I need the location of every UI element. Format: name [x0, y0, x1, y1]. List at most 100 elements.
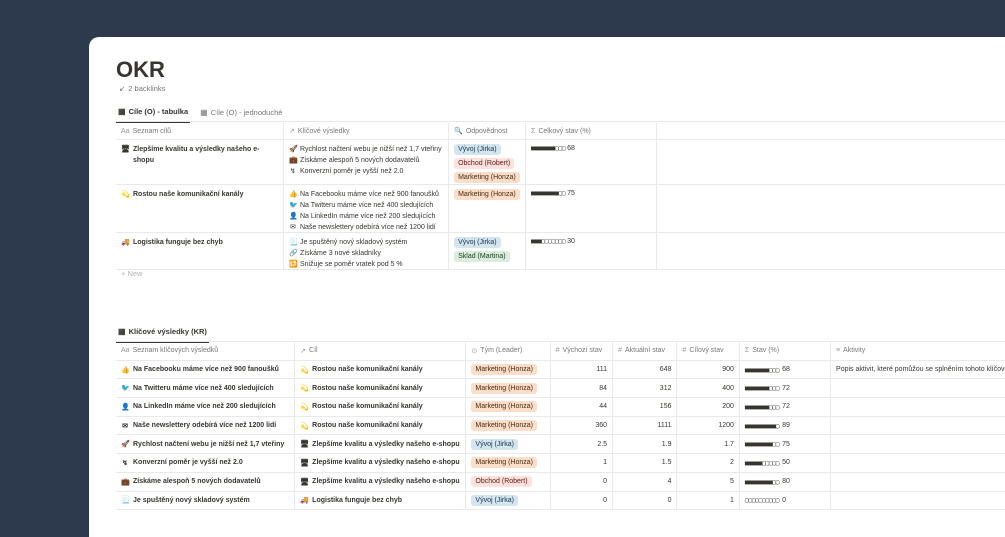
- target-value-cell[interactable]: 200: [677, 398, 740, 416]
- key-result-link[interactable]: ↯ Konverzní poměr je vyšší než 2.0: [289, 166, 443, 177]
- team-cell[interactable]: Marketing (Honza): [466, 398, 551, 416]
- column-header[interactable]: ≡ Aktivity: [831, 342, 1005, 360]
- goal-relation-cell[interactable]: 🚚 Logistika funguje bez chyb: [295, 491, 467, 510]
- column-header[interactable]: ↗ Cíl: [295, 342, 467, 360]
- table-row[interactable]: ✉ Naše newslettery odebírá více než 1200 …: [116, 416, 1005, 436]
- team-cell[interactable]: Vývoj (Jirka): [466, 491, 551, 510]
- table-row[interactable]: 🐦 Na Twitteru máme více než 400 sledující…: [116, 379, 1005, 399]
- table-row[interactable]: 📃 Je spuštěný nový skladový systém 🚚 Logist…: [116, 491, 1005, 511]
- target-value-cell[interactable]: 1.7: [677, 435, 740, 454]
- target-value-cell[interactable]: 1: [677, 491, 740, 510]
- current-value-cell[interactable]: 648: [613, 360, 678, 379]
- start-value-cell[interactable]: 1: [551, 454, 614, 472]
- goal-cell[interactable]: 💫 Rostou naše komunikační kanály: [116, 185, 284, 232]
- current-value-cell[interactable]: 1.9: [613, 435, 678, 454]
- key-result-cell[interactable]: 📃 Je spuštěný nový skladový systém: [116, 491, 296, 510]
- key-result-link[interactable]: 🔁 Snižuje se poměr vratek pod 5 %: [289, 259, 443, 270]
- key-result-cell[interactable]: ↯ Konverzní poměr je vyšší než 2.0: [116, 454, 296, 472]
- key-result-cell[interactable]: 👍 Na Facebooku máme více než 900 fanoušků: [116, 360, 296, 379]
- start-value-cell[interactable]: 2.5: [551, 435, 614, 454]
- key-result-cell[interactable]: ✉ Naše newslettery odebírá více než 1200 …: [116, 416, 296, 435]
- team-cell[interactable]: Marketing (Honza): [466, 360, 551, 379]
- column-header[interactable]: # Aktuální stav: [613, 342, 678, 360]
- owner-cell[interactable]: Marketing (Honza): [449, 185, 527, 232]
- column-header[interactable]: # Cílový stav: [677, 342, 740, 360]
- new-row-button[interactable]: + New: [121, 269, 142, 278]
- key-results-cell[interactable]: 👍 Na Facebooku máme více než 900 fanoušků…: [284, 185, 450, 233]
- current-value-cell[interactable]: 0: [613, 491, 678, 510]
- target-value-cell[interactable]: 5: [677, 472, 740, 491]
- column-header[interactable]: 🔍 Odpovědnost: [449, 123, 527, 139]
- key-result-link[interactable]: 👤 Na LinkedIn máme více než 200 sledující…: [289, 211, 443, 222]
- target-value-cell[interactable]: 2: [677, 454, 740, 472]
- key-result-link[interactable]: 📃 Je spuštěný nový skladový systém: [289, 237, 443, 248]
- backlinks-link[interactable]: ↙ 2 backlinks: [119, 84, 165, 93]
- activity-cell[interactable]: [831, 435, 1005, 453]
- current-value-cell[interactable]: 312: [613, 379, 678, 398]
- target-value-cell[interactable]: 1200: [677, 416, 740, 435]
- key-result-link[interactable]: 🔗 Získáme 3 nové skladníky: [289, 248, 443, 259]
- column-header[interactable]: ↗ Klíčové výsledky: [284, 123, 450, 139]
- key-result-link[interactable]: 🚀 Rychlost načtení webu je nižší než 1,7 …: [289, 144, 443, 155]
- current-value-cell[interactable]: 1.5: [613, 454, 678, 472]
- team-cell[interactable]: Vývoj (Jirka): [466, 435, 551, 454]
- activity-cell[interactable]: [831, 473, 1005, 491]
- key-result-cell[interactable]: 🚀 Rychlost načtení webu je nižší než 1,7 …: [116, 435, 296, 454]
- goal-relation-cell[interactable]: 💫 Rostou naše komunikační kanály: [295, 360, 467, 379]
- team-cell[interactable]: Marketing (Honza): [466, 379, 551, 398]
- team-cell[interactable]: Marketing (Honza): [466, 454, 551, 472]
- table-row[interactable]: 🚚 Logistika funguje bez chyb 📃 Je spuštěný …: [116, 233, 1005, 270]
- team-cell[interactable]: Marketing (Honza): [466, 416, 551, 435]
- team-cell[interactable]: Obchod (Robert): [466, 472, 551, 491]
- target-value-cell[interactable]: 400: [677, 379, 740, 398]
- column-header[interactable]: ⊙ Tým (Leader): [466, 342, 551, 360]
- key-result-link[interactable]: 💼 Získáme alespoň 5 nových dodavatelů: [289, 155, 443, 166]
- activity-cell[interactable]: [831, 398, 1005, 416]
- start-value-cell[interactable]: 84: [551, 379, 614, 398]
- table-row[interactable]: 💫 Rostou naše komunikační kanály 👍 Na Faceb…: [116, 185, 1005, 233]
- table-row[interactable]: ↯ Konverzní poměr je vyšší než 2.0 🖥 Zlepší…: [116, 454, 1005, 473]
- activity-cell[interactable]: [831, 379, 1005, 397]
- owner-cell[interactable]: Vývoj (Jirka) Obchod (Robert) Marketing (H…: [449, 140, 527, 184]
- start-value-cell[interactable]: 0: [551, 472, 614, 491]
- owner-cell[interactable]: Vývoj (Jirka) Sklad (Martina): [449, 233, 527, 269]
- start-value-cell[interactable]: 0: [551, 491, 614, 510]
- goal-relation-cell[interactable]: 🖥 Zlepšíme kvalitu a výsledky našeho e-sh…: [295, 454, 467, 472]
- start-value-cell[interactable]: 44: [551, 398, 614, 416]
- activity-cell[interactable]: [831, 492, 1005, 510]
- key-results-cell[interactable]: 🚀 Rychlost načtení webu je nižší než 1,7 …: [284, 140, 450, 184]
- key-result-link[interactable]: ✉ Naše newslettery odebírá více než 1200 …: [289, 222, 443, 233]
- column-header[interactable]: Aa Seznam klíčových výsledků: [116, 342, 296, 360]
- target-value-cell[interactable]: 900: [677, 360, 740, 379]
- column-header[interactable]: # Výchozí stav: [551, 342, 614, 360]
- table-row[interactable]: 👤 Na LinkedIn máme více než 200 sledující…: [116, 398, 1005, 417]
- activity-cell[interactable]: [831, 417, 1005, 435]
- goal-relation-cell[interactable]: 🖥 Zlepšíme kvalitu a výsledky našeho e-sh…: [295, 435, 467, 454]
- column-header[interactable]: Σ Celkový stav (%): [526, 123, 657, 139]
- goal-relation-cell[interactable]: 💫 Rostou naše komunikační kanály: [295, 379, 467, 398]
- key-results-cell[interactable]: 📃 Je spuštěný nový skladový systém 🔗 Získám…: [284, 233, 450, 270]
- current-value-cell[interactable]: 156: [613, 398, 678, 416]
- activity-cell[interactable]: [831, 454, 1005, 472]
- column-header[interactable]: Aa Seznam cílů: [116, 123, 284, 139]
- activity-cell[interactable]: Popis aktivit, které pomůžou se splněním…: [831, 361, 1005, 379]
- key-result-cell[interactable]: 👤 Na LinkedIn máme více než 200 sledující…: [116, 398, 296, 416]
- table-row[interactable]: 🖥 Zlepšíme kvalitu a výsledky našeho e-sh…: [116, 140, 1005, 185]
- current-value-cell[interactable]: 1111: [613, 416, 678, 435]
- key-result-cell[interactable]: 💼 Získáme alespoň 5 nových dodavatelů: [116, 472, 296, 491]
- goal-relation-cell[interactable]: 💫 Rostou naše komunikační kanály: [295, 398, 467, 416]
- key-result-cell[interactable]: 🐦 Na Twitteru máme více než 400 sledující…: [116, 379, 296, 398]
- key-result-link[interactable]: 👍 Na Facebooku máme více než 900 fanoušků: [289, 189, 443, 200]
- table-row[interactable]: 🚀 Rychlost načtení webu je nižší než 1,7 …: [116, 435, 1005, 455]
- goal-relation-cell[interactable]: 💫 Rostou naše komunikační kanály: [295, 416, 467, 435]
- start-value-cell[interactable]: 111: [551, 360, 614, 379]
- table-row[interactable]: 💼 Získáme alespoň 5 nových dodavatelů 🖥 Zle…: [116, 472, 1005, 492]
- current-value-cell[interactable]: 4: [613, 472, 678, 491]
- key-result-link[interactable]: 🐦 Na Twitteru máme více než 400 sledující…: [289, 200, 443, 211]
- table-row[interactable]: 👍 Na Facebooku máme více než 900 fanoušků…: [116, 360, 1005, 380]
- goal-cell[interactable]: 🖥 Zlepšíme kvalitu a výsledky našeho e-sh…: [116, 140, 284, 184]
- goal-relation-cell[interactable]: 🖥 Zlepšíme kvalitu a výsledky našeho e-sh…: [295, 472, 467, 491]
- start-value-cell[interactable]: 360: [551, 416, 614, 435]
- goal-cell[interactable]: 🚚 Logistika funguje bez chyb: [116, 233, 284, 269]
- column-header[interactable]: Σ Stav (%): [740, 342, 832, 360]
